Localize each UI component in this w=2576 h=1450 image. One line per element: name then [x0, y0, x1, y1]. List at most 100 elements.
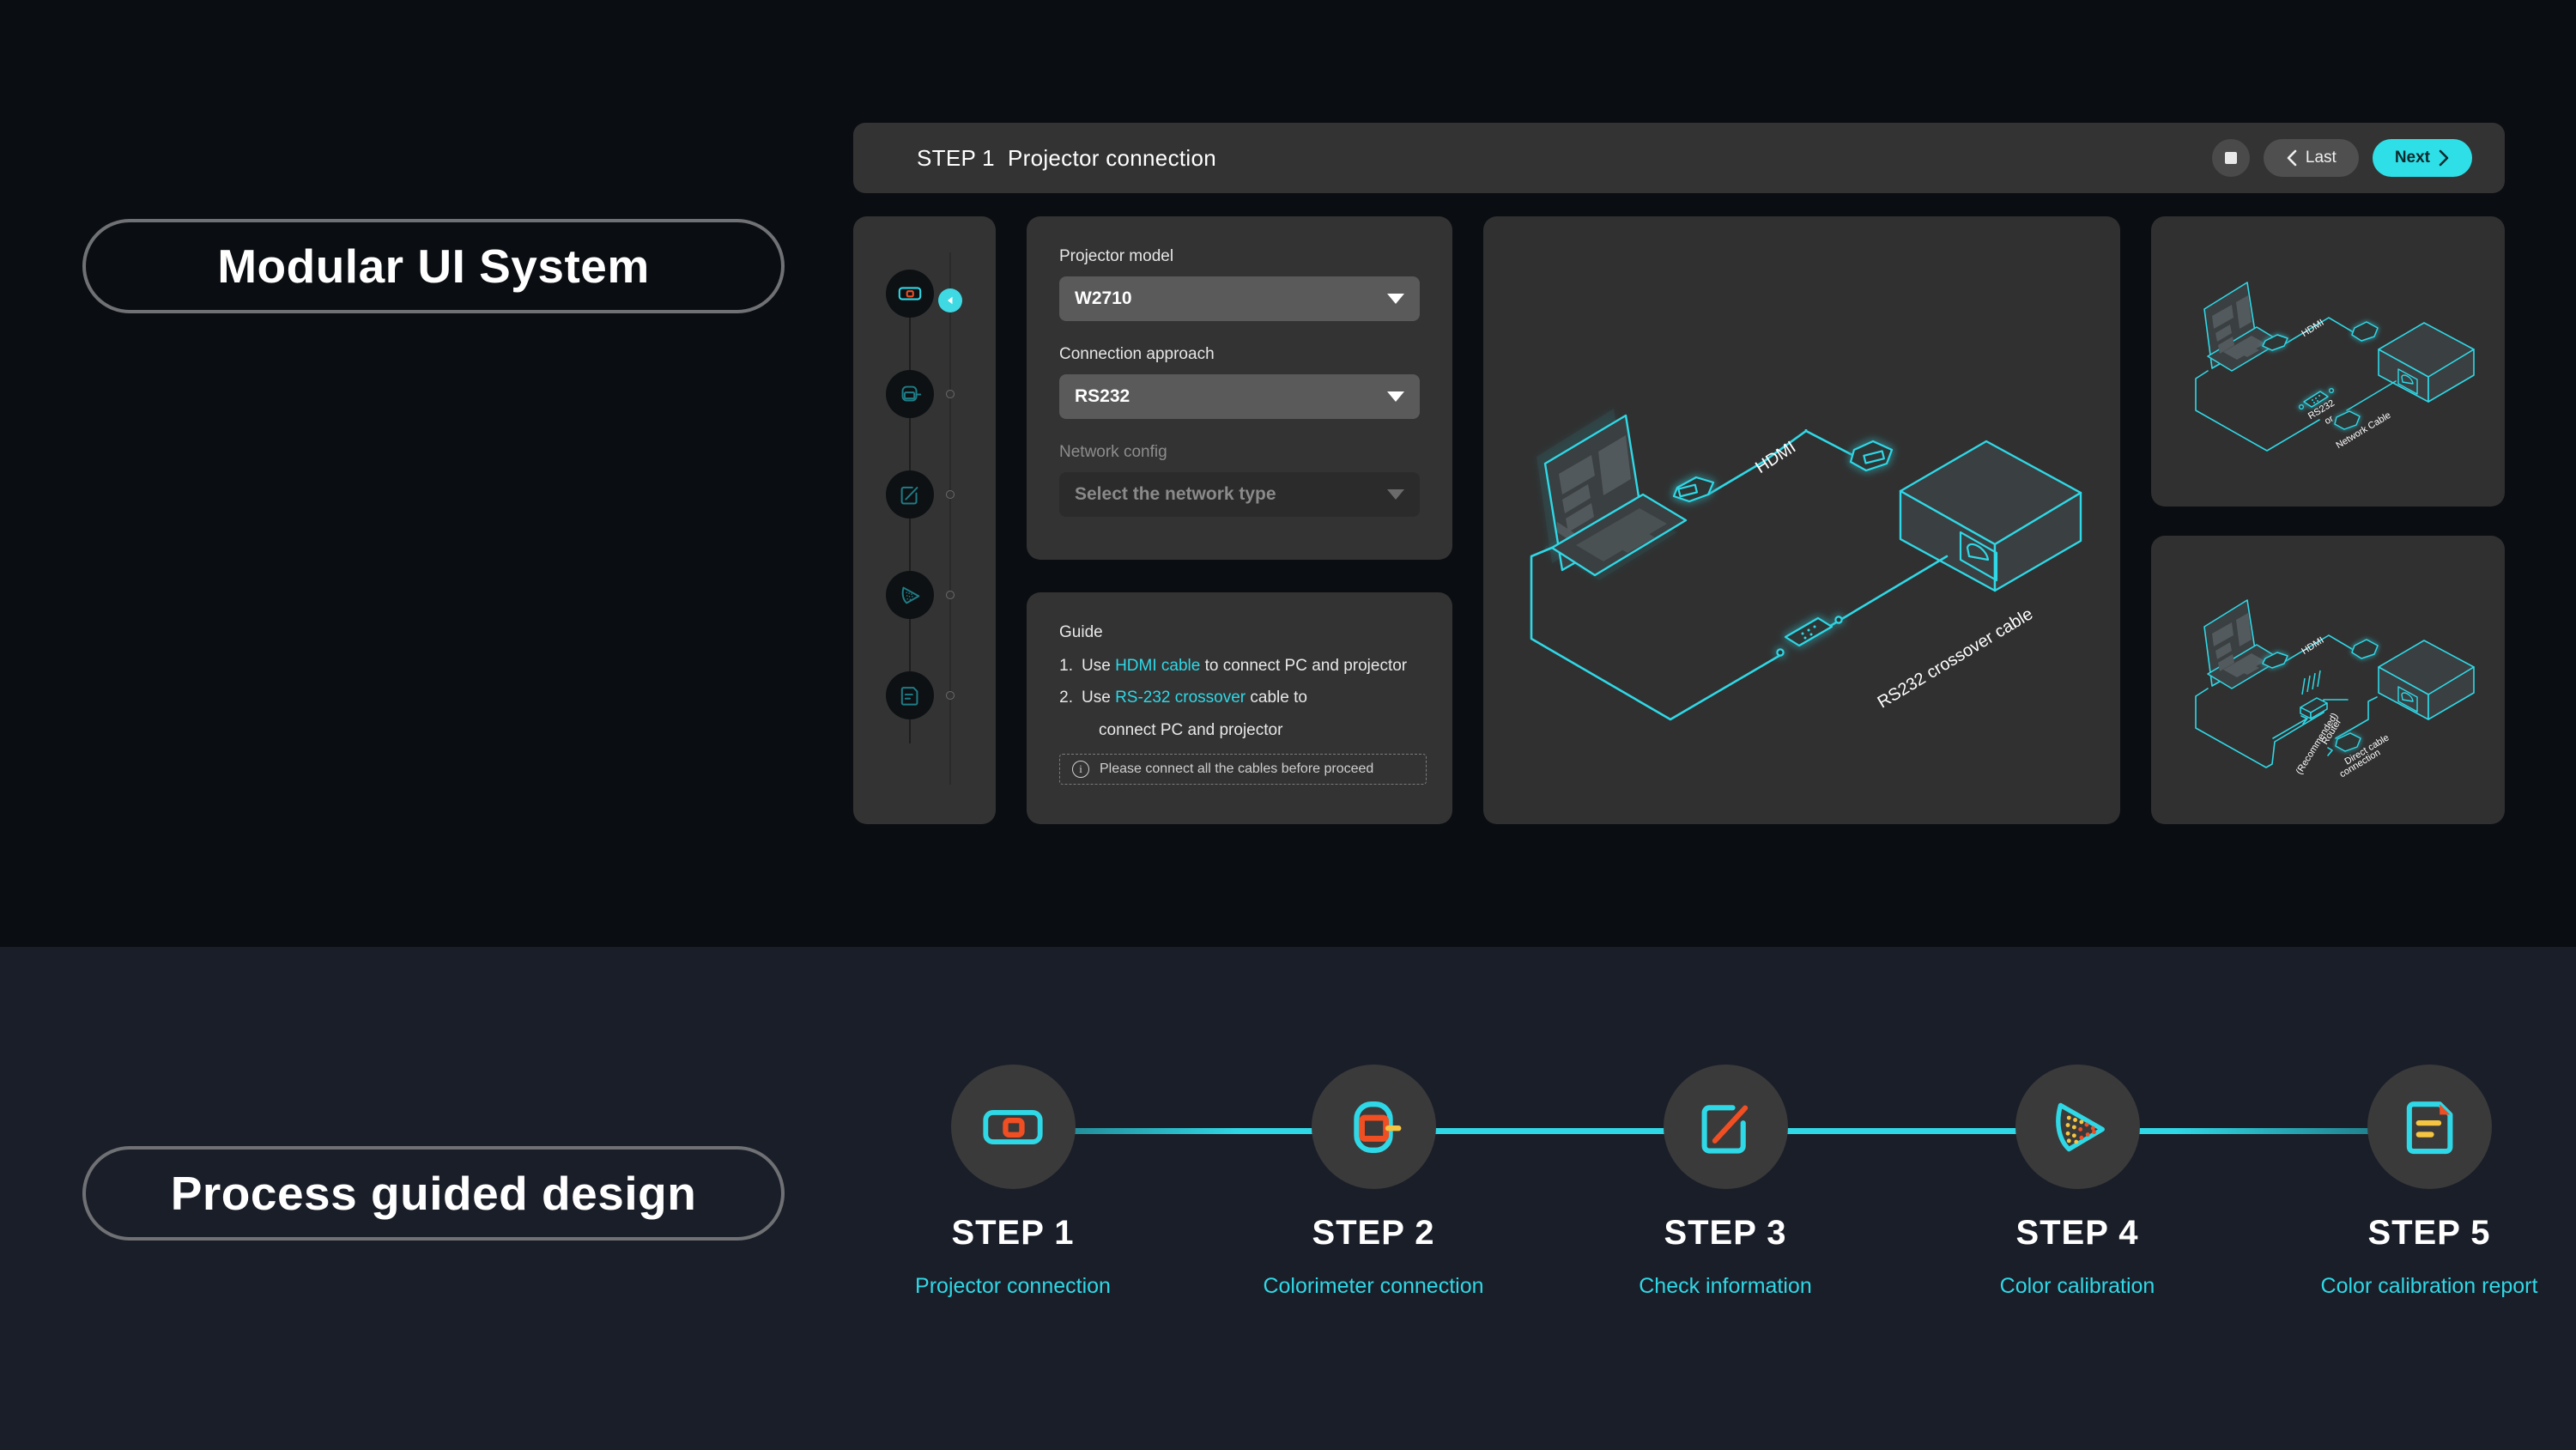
- process-step-2-title: STEP 2: [1312, 1214, 1435, 1252]
- process-step-5-title: STEP 5: [2367, 1214, 2491, 1252]
- color-gamut-icon: [901, 586, 920, 604]
- process-step-2[interactable]: STEP 2 Colorimeter connection: [1245, 1065, 1502, 1299]
- last-button-label: Last: [2305, 149, 2337, 167]
- colorimeter-icon: [1354, 1101, 1402, 1153]
- edit-note-icon: [900, 486, 918, 505]
- connection-approach-value: RS232: [1075, 386, 1130, 406]
- thumbnail-connection-option-network[interactable]: HDMI Router (Recommended) Direct cable c…: [2151, 536, 2505, 824]
- hdmi-label: HDMI: [2300, 635, 2325, 657]
- guide-item-text: Use HDMI cable to connect PC and project…: [1082, 657, 1408, 675]
- connection-approach-label: Connection approach: [1059, 345, 1215, 363]
- projector-icon: [983, 1109, 1043, 1144]
- stepper-track-dot[interactable]: [946, 390, 955, 398]
- isometric-connection-diagram: HDMI RS232 crossover cable: [1530, 409, 2082, 721]
- guide-title: Guide: [1059, 623, 1103, 641]
- chevron-left-icon: [2287, 149, 2297, 167]
- network-config-value: Select the network type: [1075, 484, 1276, 504]
- section-label-text: Process guided design: [170, 1167, 697, 1220]
- section-label-text: Modular UI System: [217, 240, 650, 293]
- guide-item-number: 1.: [1059, 657, 1073, 675]
- guide-item-continuation: connect PC and projector: [1099, 721, 1283, 739]
- sidebar-step-5[interactable]: [886, 671, 934, 719]
- guide-panel: Guide 1. Use HDMI cable to connect PC an…: [1027, 592, 1452, 824]
- form-fields: Projector model W2710 Connection approac…: [1059, 247, 1420, 541]
- connection-diagram-panel: HDMI RS232 crossover cable: [1483, 216, 2120, 824]
- network-config-select[interactable]: Select the network type: [1059, 472, 1420, 517]
- stepper-track-dot[interactable]: [946, 591, 955, 599]
- process-step-1-bubble: [950, 1065, 1076, 1189]
- stop-button[interactable]: [2211, 139, 2250, 177]
- projector-icon: [898, 287, 922, 300]
- triangle-left-icon: [948, 296, 953, 305]
- stepper-progress-marker[interactable]: [938, 288, 962, 312]
- projector-model-label: Projector model: [1059, 247, 1174, 265]
- sidebar-step-4[interactable]: [886, 571, 934, 619]
- app-header-bar: STEP 1 Projector connection Last Next: [853, 123, 2505, 193]
- sidebar-step-1[interactable]: [886, 270, 934, 318]
- guide-item: 1. Use HDMI cable to connect PC and proj…: [1059, 658, 1427, 674]
- process-step-1-subtitle: Projector connection: [915, 1274, 1111, 1298]
- header-actions: Last Next: [2211, 139, 2472, 177]
- sidebar-step-3[interactable]: [886, 470, 934, 519]
- chevron-down-icon: [1387, 294, 1404, 304]
- report-document-icon: [900, 687, 918, 706]
- process-step-1[interactable]: STEP 1 Projector connection: [884, 1065, 1142, 1299]
- color-gamut-icon: [2056, 1102, 2105, 1151]
- projector-model-value: W2710: [1075, 288, 1132, 308]
- info-icon: i: [1072, 761, 1089, 778]
- rs232-crossover-link[interactable]: RS-232 crossover: [1115, 689, 1246, 707]
- process-step-4[interactable]: STEP 4 Color calibration: [1949, 1065, 2206, 1299]
- stepper-progress-track[interactable]: [938, 252, 962, 785]
- process-step-4-subtitle: Color calibration: [1999, 1274, 2155, 1298]
- process-step-4-bubble: [2015, 1065, 2140, 1189]
- process-step-3-bubble: [1663, 1065, 1788, 1189]
- edit-note-icon: [1701, 1104, 1749, 1154]
- process-step-3[interactable]: STEP 3 Check information: [1597, 1065, 1854, 1299]
- process-step-2-subtitle: Colorimeter connection: [1263, 1274, 1484, 1298]
- process-step-2-bubble: [1311, 1065, 1436, 1189]
- hdmi-label: HDMI: [2300, 318, 2325, 339]
- stop-icon: [2224, 152, 2237, 164]
- stepper-track-dot[interactable]: [946, 691, 955, 700]
- network-config-label: Network config: [1059, 443, 1167, 461]
- colorimeter-icon: [901, 385, 922, 402]
- sidebar-step-2[interactable]: [886, 370, 934, 418]
- projector-model-select[interactable]: W2710: [1059, 276, 1420, 321]
- process-step-4-title: STEP 4: [2015, 1214, 2139, 1252]
- hdmi-cable-link[interactable]: HDMI cable: [1115, 657, 1200, 675]
- chevron-down-icon: [1387, 391, 1404, 402]
- process-step-3-subtitle: Check information: [1639, 1274, 1812, 1298]
- or-label: or: [2323, 414, 2336, 427]
- last-button[interactable]: Last: [2263, 139, 2359, 177]
- next-button[interactable]: Next: [2372, 139, 2472, 177]
- router-recommended-label: (Recommended): [2294, 711, 2341, 776]
- stepper-icon-column: [886, 261, 934, 776]
- rs232-cable-label: RS232 crossover cable: [1875, 604, 2037, 712]
- chevron-right-icon: [2439, 149, 2449, 167]
- stepper-track-dot[interactable]: [946, 490, 955, 499]
- section-label-modular-ui: Modular UI System: [82, 219, 785, 313]
- section-label-process-guided: Process guided design: [82, 1146, 785, 1241]
- guide-note: i Please connect all the cables before p…: [1059, 754, 1427, 785]
- settings-form-panel: Projector model W2710 Connection approac…: [1027, 216, 1452, 560]
- connection-approach-select[interactable]: RS232: [1059, 374, 1420, 419]
- thumbnail-diagram-network: HDMI Router (Recommended) Direct cable c…: [2195, 599, 2475, 780]
- guide-item-text: Use RS-232 crossover cable to: [1082, 689, 1307, 707]
- process-steps: STEP 1 Projector connection STEP 2 Color…: [884, 1065, 2537, 1408]
- guide-item: 2. Use RS-232 crossover cable to: [1059, 689, 1427, 706]
- thumbnail-connection-option-cable[interactable]: HDMI RS232 or Network Cable: [2151, 216, 2505, 507]
- process-step-5-subtitle: Color calibration report: [2320, 1274, 2538, 1298]
- process-step-5[interactable]: STEP 5 Color calibration report: [2300, 1065, 2558, 1299]
- process-step-3-title: STEP 3: [1664, 1214, 1787, 1252]
- chevron-down-icon: [1387, 489, 1404, 500]
- next-button-label: Next: [2394, 149, 2430, 167]
- page-title: STEP 1 Projector connection: [917, 144, 1216, 171]
- guide-note-text: Please connect all the cables before pro…: [1100, 761, 1374, 776]
- thumbnail-diagram-cable: HDMI RS232 or Network Cable: [2195, 282, 2475, 452]
- guide-item-number: 2.: [1059, 689, 1073, 707]
- hdmi-label: HDMI: [1752, 438, 1799, 477]
- process-step-1-title: STEP 1: [951, 1214, 1075, 1252]
- vertical-stepper-panel: [853, 216, 996, 824]
- process-step-5-bubble: [2367, 1065, 2492, 1189]
- guide-content: Guide 1. Use HDMI cable to connect PC an…: [1059, 623, 1427, 785]
